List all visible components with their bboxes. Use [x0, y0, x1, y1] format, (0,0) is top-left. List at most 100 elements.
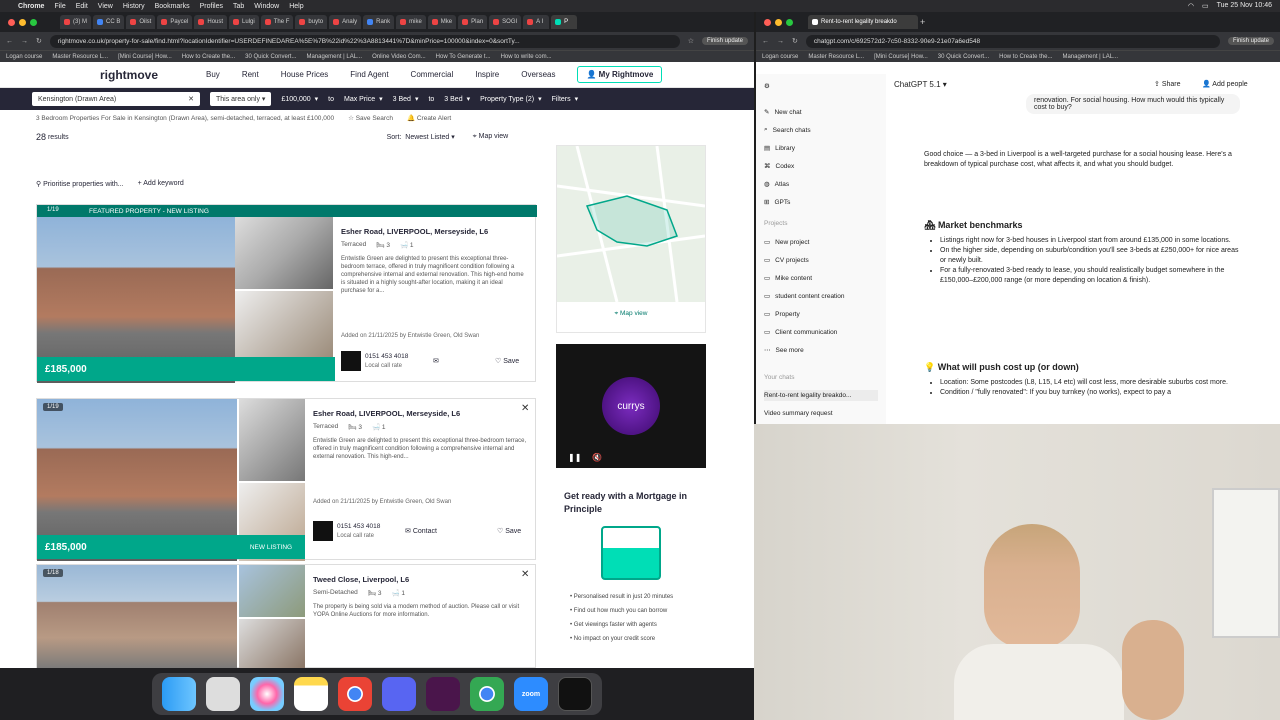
agent-logo[interactable]	[341, 351, 361, 371]
browser-tab[interactable]: Mke	[427, 15, 457, 29]
menu-tab[interactable]: Tab	[233, 3, 244, 10]
agent-phone[interactable]: 0151 453 4018	[365, 353, 408, 360]
browser-tab[interactable]: CC B	[93, 15, 125, 29]
bookmark-item[interactable]: How to write com...	[501, 54, 552, 60]
browser-tab[interactable]: (3) M	[60, 15, 91, 29]
nav-commercial[interactable]: Commercial	[411, 70, 454, 79]
back-icon[interactable]: ←	[762, 38, 769, 45]
listing-address[interactable]: Esher Road, LIVERPOOL, Merseyside, L6	[341, 227, 488, 236]
activity-icon[interactable]	[558, 677, 592, 711]
forward-icon[interactable]: →	[21, 38, 28, 45]
listing-address[interactable]: Tweed Close, Liverpool, L6	[313, 575, 409, 584]
sidebar-library[interactable]: ▤ Library	[764, 144, 795, 153]
create-alert-button[interactable]: 🔔 Create Alert	[407, 114, 451, 122]
max-price-select[interactable]: Max Price ▾	[344, 95, 383, 104]
chat-item-active[interactable]: Rent-to-rent legality breakdo...	[764, 390, 878, 401]
sort-select[interactable]: Newest Listed ▾	[405, 133, 454, 141]
project-item[interactable]: ▭ Client communication	[764, 328, 837, 337]
clock[interactable]: Tue 25 Nov 10:46	[1217, 2, 1272, 10]
share-button[interactable]: ⇪ Share	[1154, 80, 1181, 88]
launchpad-icon[interactable]	[206, 677, 240, 711]
nav-house-prices[interactable]: House Prices	[281, 70, 329, 79]
email-icon[interactable]: ✉	[433, 357, 439, 365]
max-beds-select[interactable]: 3 Bed ▾	[444, 95, 470, 104]
browser-tab[interactable]: SOGI	[489, 15, 522, 29]
project-item[interactable]: ▭ Property	[764, 310, 800, 319]
nav-rent[interactable]: Rent	[242, 70, 259, 79]
menu-history[interactable]: History	[123, 3, 145, 10]
bookmark-item[interactable]: [Mini Course] How...	[874, 54, 928, 60]
close-window-icon[interactable]	[8, 19, 15, 26]
save-button[interactable]: ♡ Save	[495, 357, 519, 365]
battery-icon[interactable]: ▭	[1202, 2, 1209, 10]
bookmark-item[interactable]: Management | LAL...	[1062, 54, 1118, 60]
agent-phone[interactable]: 0151 453 4018	[337, 523, 380, 530]
nav-overseas[interactable]: Overseas	[521, 70, 555, 79]
back-icon[interactable]: ←	[6, 38, 13, 45]
discord-icon[interactable]	[382, 677, 416, 711]
clear-icon[interactable]: ✕	[188, 95, 194, 103]
chat-item[interactable]: Video summary request	[764, 410, 833, 417]
mortgage-promo[interactable]: Get ready with a Mortgage in Principle •…	[556, 482, 706, 668]
menubar-app-name[interactable]: Chrome	[18, 3, 44, 10]
bookmark-item[interactable]: Master Resource L...	[808, 54, 864, 60]
add-people-button[interactable]: 👤 Add people	[1202, 80, 1248, 88]
min-price-select[interactable]: £100,000 ▾	[281, 95, 318, 104]
video-ad[interactable]: currys ❚❚ 🔇	[556, 344, 706, 468]
bookmark-item[interactable]: Master Resource L...	[52, 54, 108, 60]
browser-tab[interactable]: mike	[396, 15, 426, 29]
forward-icon[interactable]: →	[777, 38, 784, 45]
bookmark-item[interactable]: Logan course	[6, 54, 42, 60]
menu-view[interactable]: View	[98, 3, 113, 10]
listing-thumb-photo[interactable]	[235, 291, 333, 361]
listing-main-photo[interactable]	[37, 565, 237, 668]
finder-icon[interactable]	[162, 677, 196, 711]
mute-icon[interactable]: 🔇	[592, 453, 602, 462]
menu-profiles[interactable]: Profiles	[200, 3, 223, 10]
map-view-link[interactable]: ⌖ Map view	[557, 302, 705, 318]
my-rightmove-button[interactable]: 👤 My Rightmove	[577, 66, 663, 83]
save-search-button[interactable]: ☆ Save Search	[348, 114, 393, 122]
notes-icon[interactable]	[294, 677, 328, 711]
minimize-window-icon[interactable]	[775, 19, 782, 26]
minimize-window-icon[interactable]	[19, 19, 26, 26]
sidebar-new-chat[interactable]: ✎ New chat	[764, 108, 802, 117]
bookmark-item[interactable]: Logan course	[762, 54, 798, 60]
menu-window[interactable]: Window	[254, 3, 279, 10]
sidebar-search-chats[interactable]: ⌕ Search chats	[764, 126, 811, 134]
browser-tab[interactable]: Oilst	[126, 15, 156, 29]
min-beds-select[interactable]: 3 Bed ▾	[393, 95, 419, 104]
chrome-icon[interactable]	[470, 677, 504, 711]
property-type-select[interactable]: Property Type (2) ▾	[480, 95, 541, 104]
listing-card[interactable]: 1/19 £185,000 NEW LISTING Esher Road, LI…	[36, 398, 536, 561]
bookmark-item[interactable]: How to Create the...	[182, 54, 235, 60]
bookmark-item[interactable]: [Mini Course] How...	[118, 54, 172, 60]
project-new[interactable]: ▭ New project	[764, 238, 809, 247]
photos-icon[interactable]	[250, 677, 284, 711]
agent-logo[interactable]	[313, 521, 333, 541]
url-field[interactable]: rightmove.co.uk/property-for-sale/find.h…	[49, 34, 680, 48]
bookmark-star-icon[interactable]: ☆	[688, 37, 694, 45]
browser-tab[interactable]: Houst	[194, 15, 228, 29]
browser-tab-active[interactable]: P	[551, 15, 578, 29]
zoom-window-icon[interactable]	[786, 19, 793, 26]
bookmark-item[interactable]: 30 Quick Convert...	[245, 54, 296, 60]
browser-tab[interactable]: Plan	[458, 15, 488, 29]
add-keyword-button[interactable]: + Add keyword	[138, 180, 184, 188]
filters-select[interactable]: Filters ▾	[552, 95, 579, 104]
nav-buy[interactable]: Buy	[206, 70, 220, 79]
browser-tab[interactable]: buyto	[295, 15, 328, 29]
browser-tab[interactable]: Lulgi	[229, 15, 259, 29]
sidebar-codex[interactable]: ⌘ Codex	[764, 162, 794, 171]
contact-button[interactable]: ✉ Contact	[405, 527, 437, 535]
sidebar-atlas[interactable]: ◍ Atlas	[764, 180, 789, 189]
bookmark-item[interactable]: 30 Quick Convert...	[938, 54, 989, 60]
browser-tab-active[interactable]: Rent-to-rent legality breakdo	[808, 15, 918, 29]
project-item[interactable]: ▭ Mike content	[764, 274, 812, 283]
reload-icon[interactable]: ↻	[36, 37, 42, 45]
map-preview[interactable]: ⌖ Map view	[556, 145, 706, 333]
listing-thumb-photo[interactable]	[239, 565, 305, 617]
menu-help[interactable]: Help	[289, 3, 303, 10]
map-view-button[interactable]: ⌖ Map view	[473, 133, 508, 141]
browser-tab[interactable]: Analy	[329, 15, 362, 29]
